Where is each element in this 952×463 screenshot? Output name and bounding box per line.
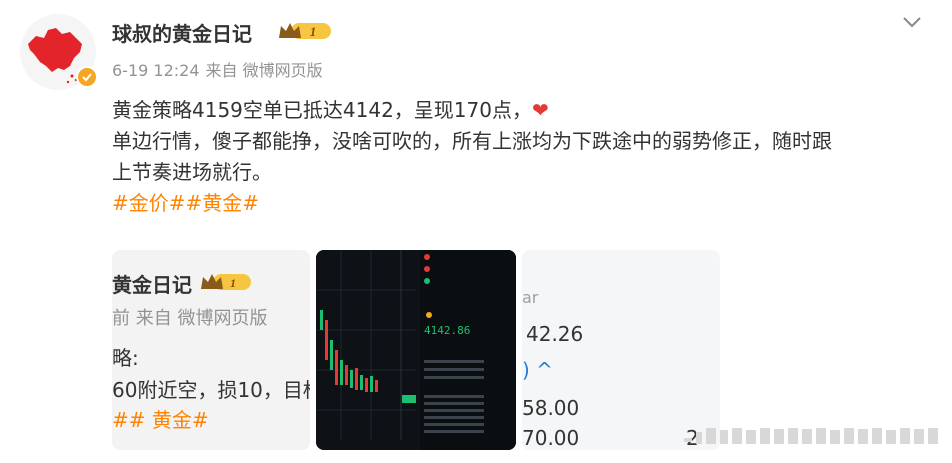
thumb1-line2: 60附近空，损10，目标 — [112, 378, 310, 402]
vip-crown-icon: 1 — [279, 23, 331, 39]
post-line2: 单边行情，傻子都能挣，没啥可吹的，所有上涨均为下跌途中的弱势修正，随时跟 — [112, 129, 832, 153]
thumb3-label: ar — [522, 288, 539, 307]
svg-text:1: 1 — [230, 276, 236, 290]
thumb3-value3: 70.00 — [522, 426, 580, 450]
heart-icon: ❤ — [531, 98, 549, 122]
post-time[interactable]: 6-19 12:24 — [112, 61, 200, 80]
post-line3: 上节奏进场就行。 — [112, 160, 272, 184]
image-thumbnail-1[interactable]: 黄金日记 1 前 来自 微博网页版 略: 60附近空，损10，目标 ## 黄金# — [112, 250, 310, 450]
chevron-down-icon[interactable] — [900, 12, 924, 32]
post-meta: 6-19 12:24 来自 微博网页版 — [112, 57, 329, 81]
post-tags[interactable]: #金价##黄金# — [112, 188, 932, 219]
image-thumbnail-3[interactable]: ar 42.26 ) ^ 58.00 70.00 2 — [522, 250, 720, 450]
thumb1-title: 黄金日记 — [112, 273, 192, 297]
thumb3-arrow: ) ^ — [522, 358, 553, 382]
svg-text:1: 1 — [310, 24, 317, 39]
thumb1-tags: ## 黄金# — [112, 408, 209, 432]
thumb3-value1: 42.26 — [526, 322, 584, 346]
post-content: 黄金策略4159空单已抵达4142，呈现170点，❤ 单边行情，傻子都能挣，没啥… — [112, 95, 932, 219]
username[interactable]: 球叔的黄金日记 — [112, 18, 252, 47]
thumb1-line1: 略: — [112, 346, 139, 370]
candlestick-chart: 4142.86 — [316, 250, 516, 450]
image-thumbnail-2[interactable]: 4142.86 — [316, 250, 516, 450]
verified-icon — [76, 66, 98, 88]
svg-text:4142.86: 4142.86 — [424, 324, 470, 337]
vip-crown-icon: 1 — [201, 274, 251, 290]
post-line1: 黄金策略4159空单已抵达4142，呈现170点， — [112, 98, 532, 122]
post-source: 来自 微博网页版 — [205, 61, 323, 80]
thumb3-value2: 58.00 — [522, 396, 580, 420]
watermark-decoration — [684, 428, 938, 444]
thumb1-meta: 前 来自 微博网页版 — [112, 308, 268, 329]
